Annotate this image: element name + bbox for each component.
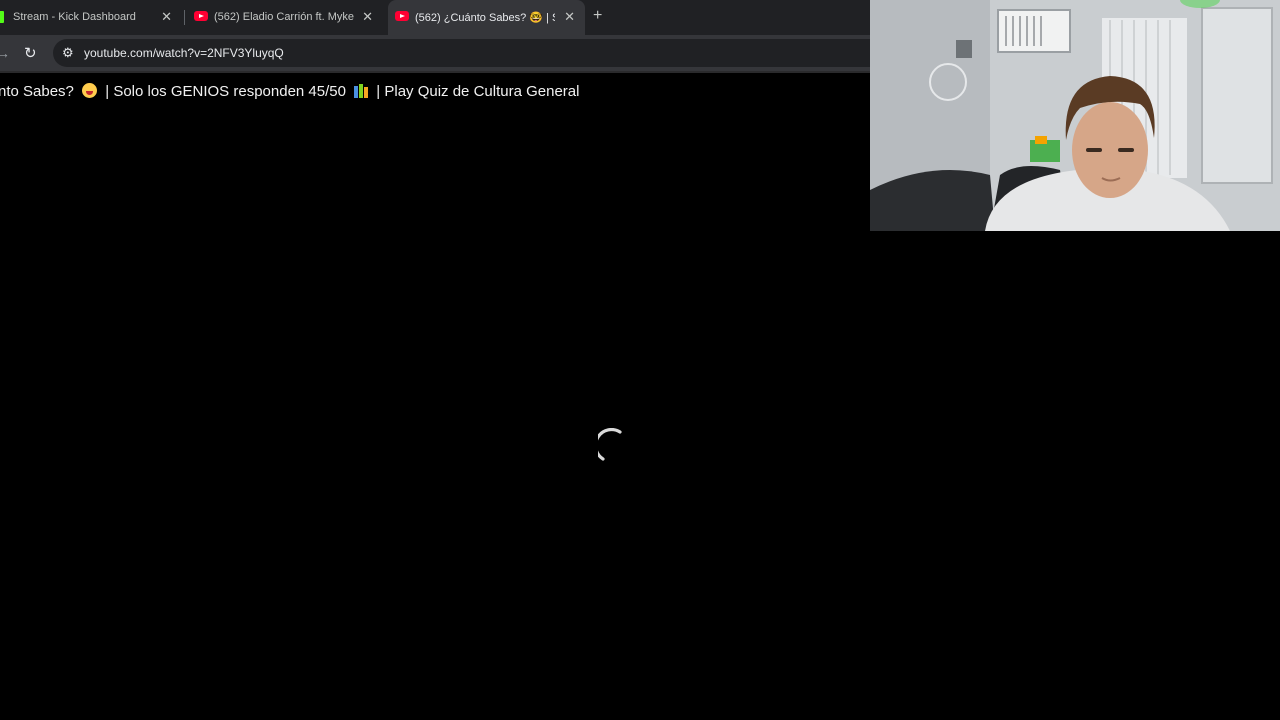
books-emoji-icon [354, 84, 369, 98]
close-icon[interactable]: ✕ [161, 9, 172, 25]
new-tab-button[interactable]: + [593, 7, 602, 25]
forward-icon[interactable]: → [0, 45, 10, 61]
tab-cuanto-sabes[interactable]: (562) ¿Cuánto Sabes? 🤓 | Solo ✕ [388, 0, 585, 35]
video-title-part1: nto Sabes? [0, 83, 74, 100]
video-title-part3: | Play Quiz de Cultura General [376, 83, 580, 100]
toolbar-divider [0, 71, 870, 73]
youtube-icon [395, 11, 409, 21]
screen: Stream - Kick Dashboard ✕ (562) Eladio C… [0, 0, 1280, 720]
site-info-icon[interactable]: ⚙ [62, 45, 74, 61]
tab-eladio-carrion[interactable]: (562) Eladio Carrión ft. Myke To ✕ [186, 0, 386, 35]
tab-strip: Stream - Kick Dashboard ✕ (562) Eladio C… [0, 0, 870, 35]
video-title: nto Sabes? | Solo los GENIOS responden 4… [0, 83, 579, 100]
tab-title: (562) Eladio Carrión ft. Myke To [214, 11, 354, 23]
url-text[interactable]: youtube.com/watch?v=2NFV3YluyqQ [84, 46, 284, 60]
webcam-overlay [870, 0, 1280, 231]
video-title-part2: | Solo los GENIOS responden 45/50 [105, 83, 346, 100]
address-bar[interactable]: ⚙ youtube.com/watch?v=2NFV3YluyqQ [53, 39, 883, 67]
kick-icon [0, 11, 4, 23]
tab-title: Stream - Kick Dashboard [13, 11, 136, 23]
close-icon[interactable]: ✕ [564, 9, 575, 25]
close-icon[interactable]: ✕ [362, 9, 373, 25]
loading-spinner-icon [598, 428, 622, 461]
tab-title: (562) ¿Cuánto Sabes? 🤓 | Solo [415, 12, 555, 24]
nerd-face-emoji-icon [82, 83, 98, 98]
tab-divider [184, 10, 185, 25]
youtube-icon [194, 11, 208, 21]
reload-icon[interactable]: ↻ [24, 44, 37, 62]
browser-toolbar: → ↻ ⚙ youtube.com/watch?v=2NFV3YluyqQ [0, 35, 883, 71]
tab-kick-dashboard[interactable]: Stream - Kick Dashboard ✕ [0, 0, 183, 35]
